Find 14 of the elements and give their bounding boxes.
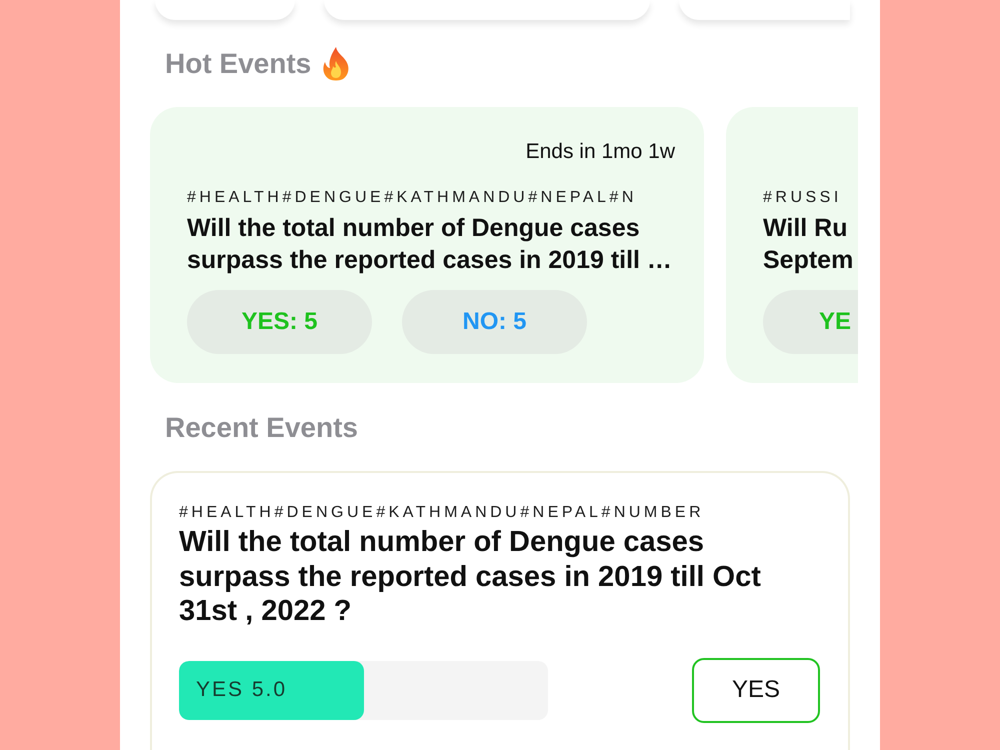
event-question: Will the total number of Dengue cases surpass the reported cases in 2019 till Oct 31st , 2022 ? [179,525,762,628]
yes-button[interactable]: YES [692,658,820,722]
section-title: Recent Events [165,411,358,445]
hashtags-text: #HEALTH#DENGUE#KATHMANDU#NEPAL#N [187,188,637,208]
hashtags-text: #RUSSI [763,188,842,208]
result-label: YES 5.0 [195,677,288,704]
fire-icon [321,47,352,81]
hashtags-text: #HEALTH#DENGUE#KATHMANDU#NEPAL#NUMBER [179,503,704,523]
event-question: Will Ru Septem [763,213,854,276]
event-question: Will the total number of Dengue cases surpass the reported cases in 2019 till … [187,213,672,276]
event-card[interactable]: #HEALTH#DENGUE#KATHMANDU#NEPAL#NUMBER Will the total number of Dengue cases surpass the reported cases in 2019 till Oct 31st , 2022 ? YES 5.0 YES [150,471,850,750]
event-card[interactable]: #RUSSI Will Ru Septem YE [726,107,858,383]
section-title: Hot Events [165,47,312,81]
ends-in-text: Ends in 1mo 1w [526,140,675,164]
